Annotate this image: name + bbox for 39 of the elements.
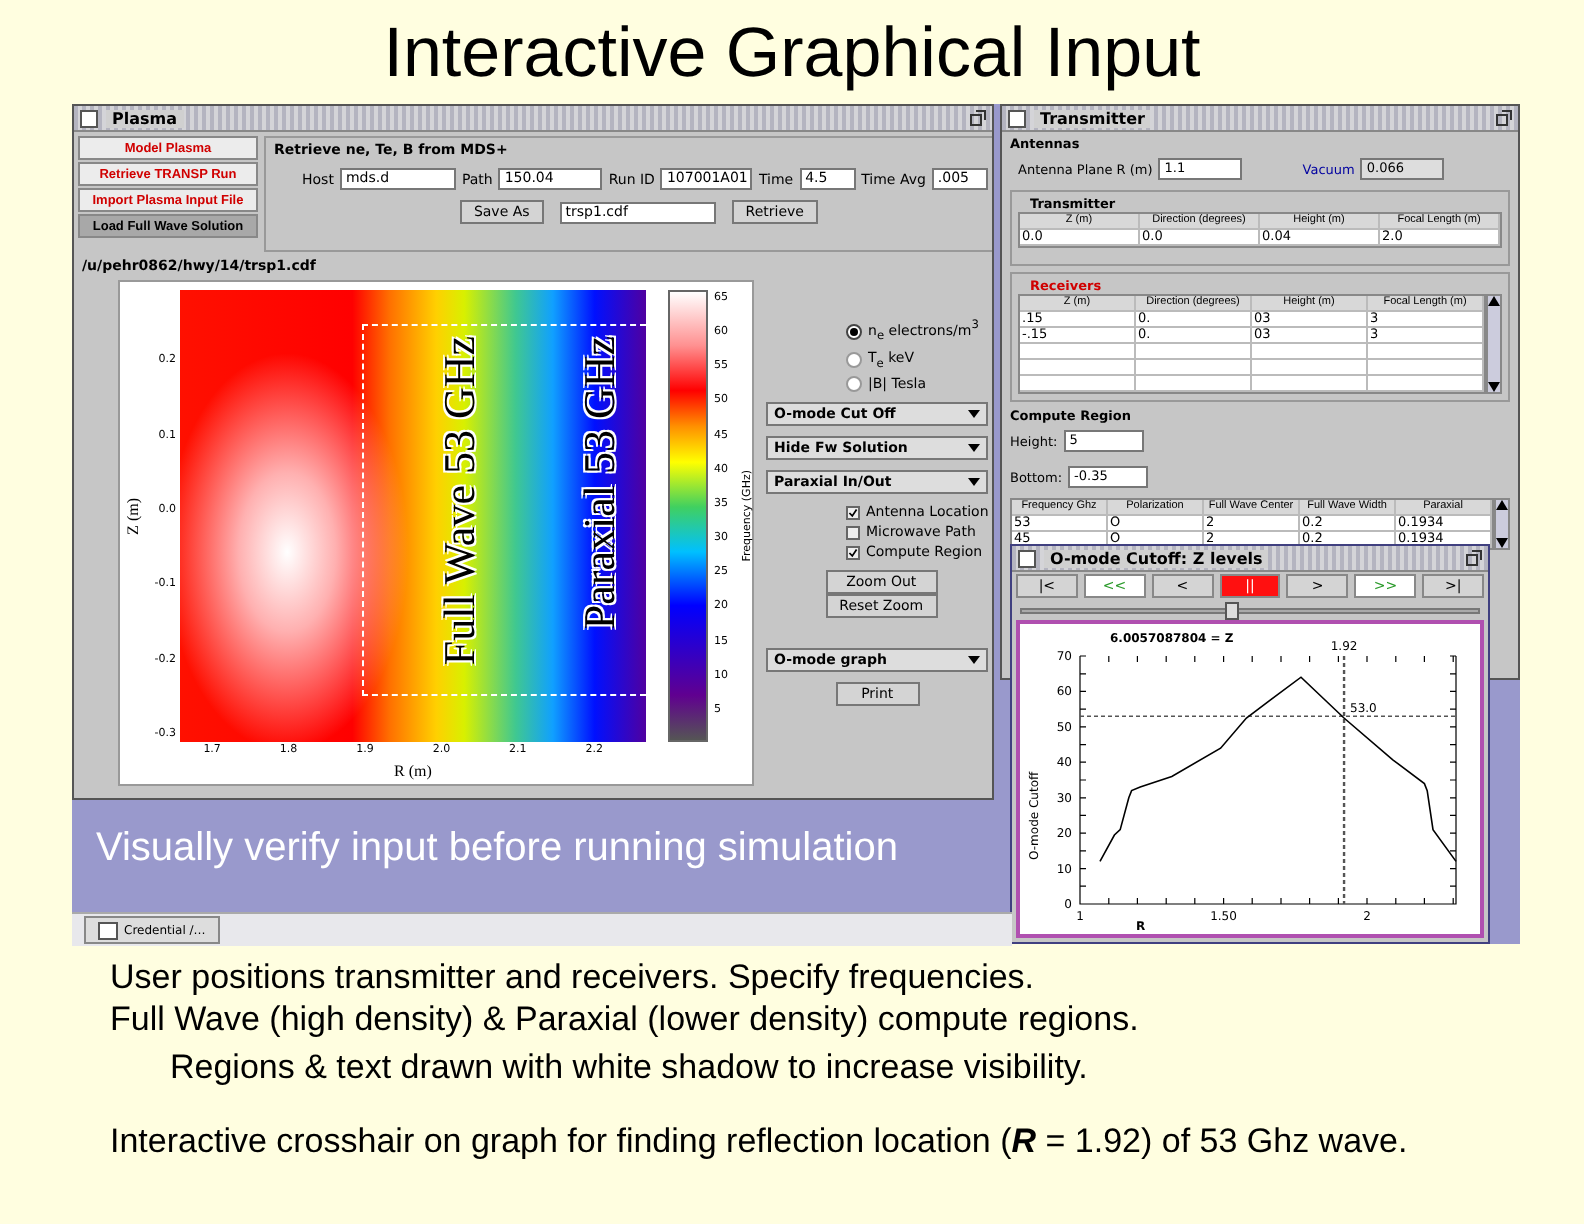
slider-thumb[interactable] bbox=[1224, 601, 1239, 619]
axis-label: R (m) bbox=[394, 762, 432, 784]
region-label: Paraxial 53 GHz bbox=[573, 335, 626, 629]
scroll-up-icon[interactable] bbox=[1488, 296, 1500, 306]
window-title: O-mode Cutoff: Z levels bbox=[1044, 549, 1269, 567]
scroll-down-icon[interactable] bbox=[1488, 382, 1500, 392]
scrollbar[interactable] bbox=[1494, 498, 1510, 550]
restore-icon[interactable] bbox=[1496, 110, 1512, 126]
window-icon bbox=[98, 921, 118, 939]
window-title: Transmitter bbox=[1034, 109, 1151, 127]
caret-icon bbox=[968, 410, 981, 419]
checkbox[interactable] bbox=[846, 545, 860, 560]
caret-icon bbox=[968, 444, 981, 453]
scroll-up-icon[interactable] bbox=[1496, 500, 1508, 510]
checkbox[interactable] bbox=[846, 505, 860, 520]
note-text: Interactive crosshair on graph for finding reflection location (R = 1.92) of 53 Ghz wave. bbox=[110, 1120, 1410, 1162]
window-icon bbox=[80, 109, 98, 127]
checkbox[interactable] bbox=[846, 525, 860, 540]
radio-button[interactable] bbox=[846, 351, 862, 368]
region-label: Full Wave 53 GHz bbox=[433, 335, 486, 665]
crosshair-line[interactable] bbox=[1079, 715, 1457, 718]
caret-icon bbox=[968, 656, 981, 665]
radio-button[interactable] bbox=[846, 376, 862, 393]
caret-icon bbox=[968, 478, 981, 487]
window-title: Plasma bbox=[106, 109, 183, 127]
window-icon bbox=[1018, 549, 1036, 567]
slide-title: Interactive Graphical Input bbox=[383, 14, 1201, 94]
note-text: Full Wave (high density) & Paraxial (lower density) compute regions. bbox=[110, 998, 1141, 1040]
note-text: Regions & text drawn with white shadow to increase visibility. bbox=[168, 1046, 1090, 1088]
restore-icon[interactable] bbox=[970, 110, 986, 126]
scroll-down-icon[interactable] bbox=[1496, 538, 1508, 548]
note-text: User positions transmitter and receivers. Specify frequencies. bbox=[110, 956, 1037, 998]
restore-icon[interactable] bbox=[1466, 550, 1482, 566]
scrollbar[interactable] bbox=[1486, 294, 1502, 394]
window-icon bbox=[1008, 109, 1026, 127]
radio-button[interactable] bbox=[846, 323, 862, 340]
crosshair-line[interactable] bbox=[1342, 656, 1346, 904]
axis-label: Z (m) bbox=[123, 497, 141, 535]
caption: Visually verify input before running simulation bbox=[96, 826, 898, 872]
